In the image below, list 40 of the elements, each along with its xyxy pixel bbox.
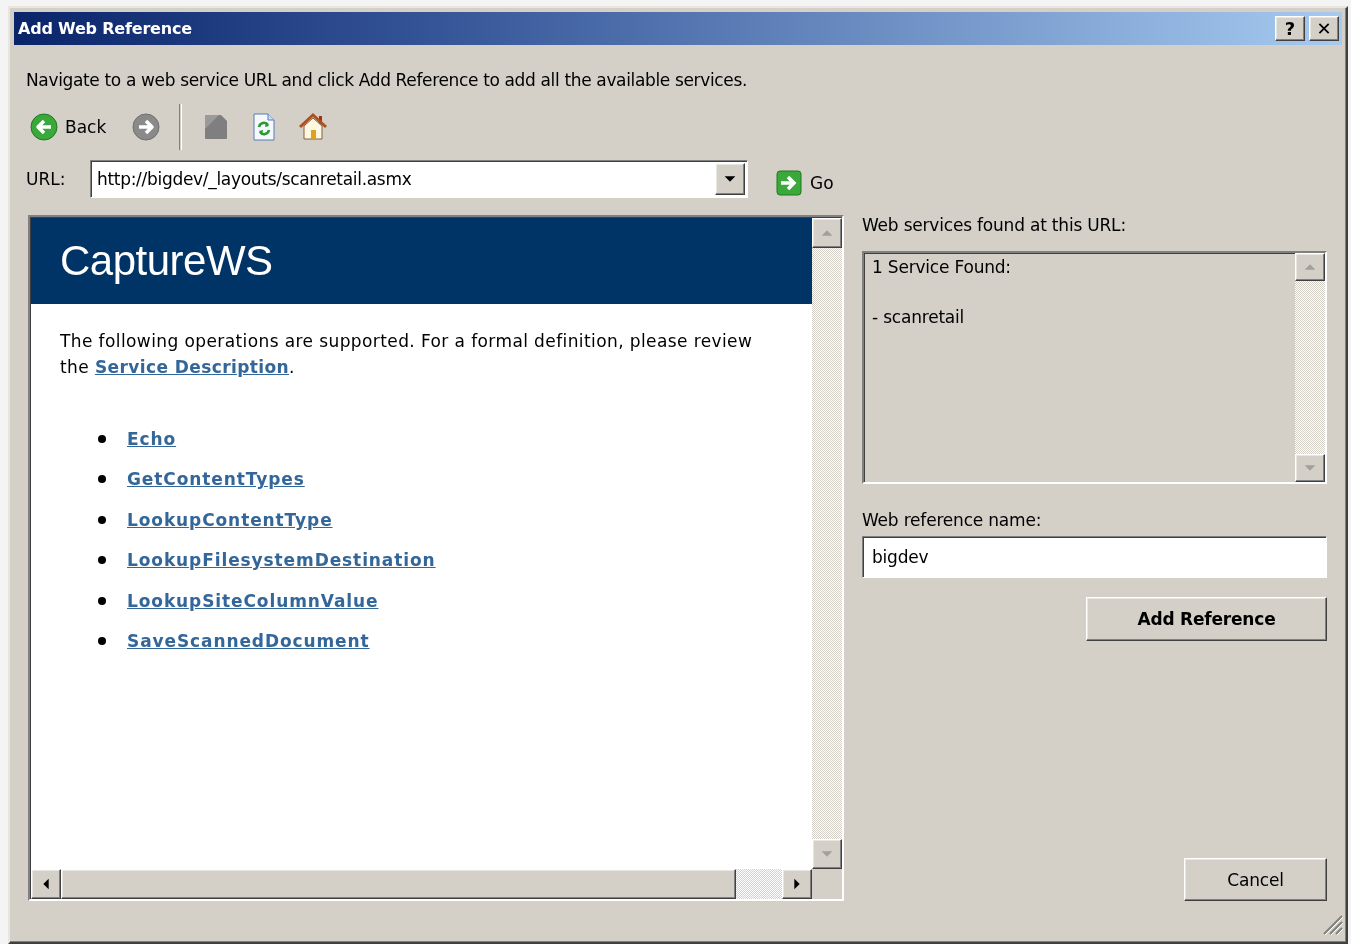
bullet-icon [98, 475, 106, 484]
bullet-icon [98, 515, 106, 524]
reference-name-label: Web reference name: [862, 510, 1043, 532]
window-title: Add Web Reference [18, 19, 193, 38]
service-text: 1 Service Found: [872, 257, 1012, 279]
url-label: URL: [26, 169, 67, 189]
reference-name-field[interactable]: bigdev [862, 536, 1327, 578]
go-button[interactable]: Go [776, 170, 834, 196]
vertical-scrollbar[interactable] [812, 218, 842, 869]
instruction-text: Navigate to a web service URL and click Add Reference to add all the available services. [26, 70, 748, 92]
url-combo-box[interactable]: http://bigdev/_layouts/scanretail.asmx [90, 160, 748, 198]
scroll-left-button[interactable] [31, 869, 61, 899]
scroll-down-button[interactable] [1295, 454, 1325, 482]
scroll-up-button[interactable] [1295, 253, 1325, 281]
bullet-icon [98, 434, 106, 443]
close-button[interactable]: ✕ [1309, 16, 1339, 41]
bullet-icon [98, 556, 106, 565]
scroll-down-button[interactable] [812, 839, 842, 869]
page-heading: CaptureWS [60, 237, 273, 285]
home-icon[interactable] [298, 112, 329, 142]
vertical-scrollbar[interactable] [1295, 253, 1325, 482]
scroll-right-button[interactable] [782, 869, 812, 899]
service-description-link[interactable]: Service Description [94, 357, 290, 377]
dropdown-button[interactable] [715, 163, 745, 195]
cancel-button[interactable]: Cancel [1184, 858, 1327, 901]
services-label: Web services found at this URL: [862, 215, 1127, 237]
bullet-icon [98, 596, 106, 605]
operation-link[interactable]: SaveScannedDocument [127, 631, 370, 652]
operation-link[interactable]: LookupContentType [127, 509, 333, 530]
scroll-up-button[interactable] [812, 218, 842, 248]
intro-text: The following operations are supported. For a formal definition, please review the Service Description. [60, 330, 754, 379]
operation-link[interactable]: LookupFilesystemDestination [127, 550, 436, 571]
operation-link[interactable]: Echo [127, 428, 177, 449]
service-text: - scanretail [872, 307, 966, 329]
help-button[interactable]: ? [1275, 16, 1305, 41]
add-reference-button[interactable]: Add Reference [1086, 597, 1327, 641]
back-button[interactable]: Back [26, 110, 110, 144]
operation-link[interactable]: GetContentTypes [127, 469, 305, 490]
bullet-icon [98, 637, 106, 646]
operation-link[interactable]: LookupSiteColumnValue [127, 590, 379, 611]
